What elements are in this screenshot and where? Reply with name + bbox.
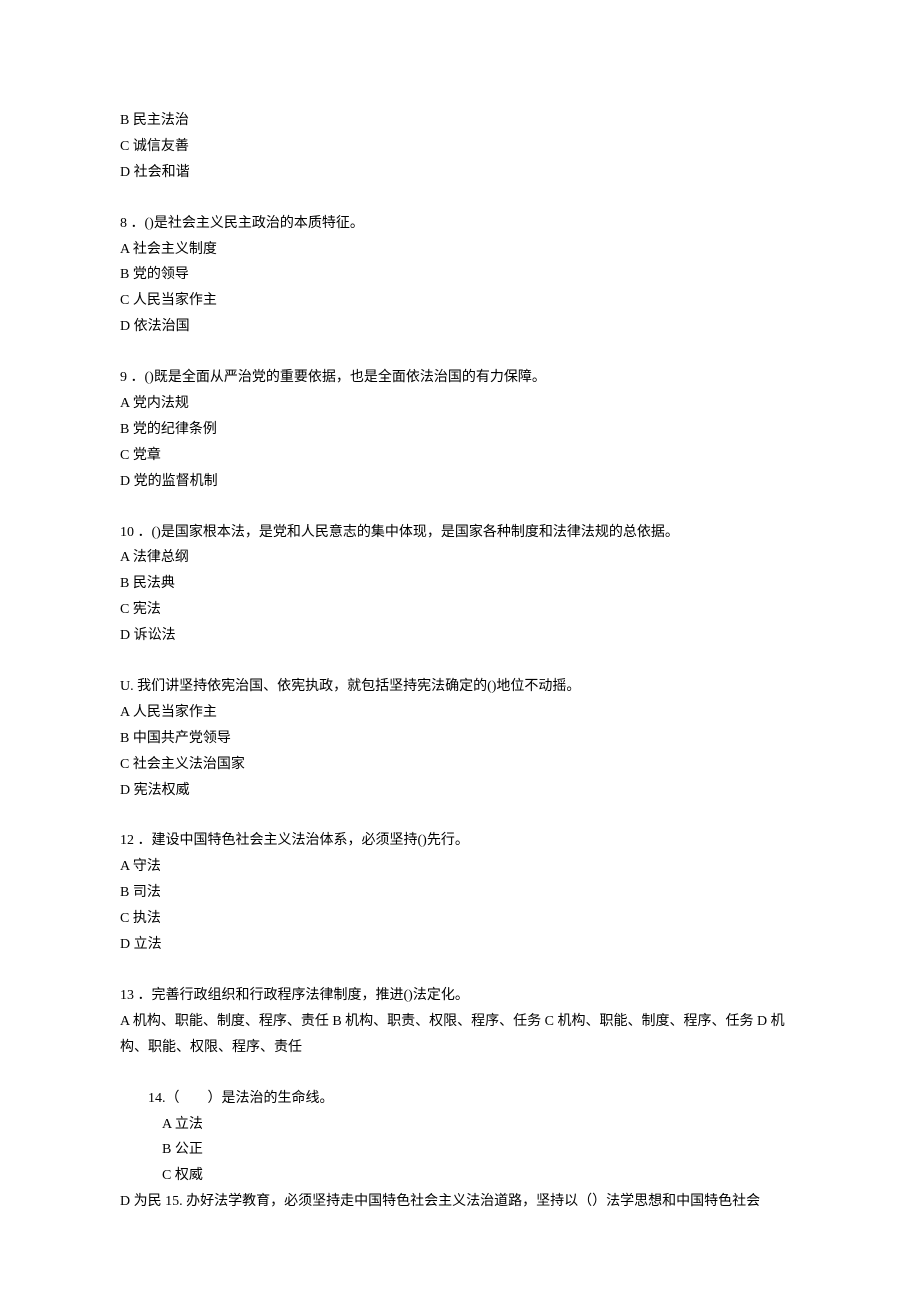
spacer	[120, 186, 800, 211]
q8-option-b: B 党的领导	[120, 262, 800, 288]
q9-option-a: A 党内法规	[120, 391, 800, 417]
q11-option-c: C 社会主义法治国家	[120, 752, 800, 778]
q14-option-b: B 公正	[120, 1137, 800, 1163]
q11-option-b: B 中国共产党领导	[120, 726, 800, 752]
spacer	[120, 958, 800, 983]
q12-option-a: A 守法	[120, 854, 800, 880]
q8-option-d: D 依法治国	[120, 314, 800, 340]
q8-stem: 8 ．()是社会主义民主政治的本质特征。	[120, 211, 800, 237]
q8-option-a: A 社会主义制度	[120, 237, 800, 263]
q14-option-d-and-q15: D 为民 15. 办好法学教育，必须坚持走中国特色社会主义法治道路，坚持以（）法…	[120, 1189, 800, 1215]
q9-stem: 9 ．()既是全面从严治党的重要依据，也是全面依法治国的有力保障。	[120, 365, 800, 391]
q10-option-b: B 民法典	[120, 571, 800, 597]
q8-option-c: C 人民当家作主	[120, 288, 800, 314]
q9-option-d: D 党的监督机制	[120, 469, 800, 495]
q10-option-a: A 法律总纲	[120, 545, 800, 571]
spacer	[120, 1061, 800, 1086]
q9-option-b: B 党的纪律条例	[120, 417, 800, 443]
q7-option-d: D 社会和谐	[120, 160, 800, 186]
q7-option-b: B 民主法治	[120, 108, 800, 134]
q13-options: A 机构、职能、制度、程序、责任 B 机构、职责、权限、程序、任务 C 机构、职…	[120, 1009, 800, 1061]
q10-option-d: D 诉讼法	[120, 623, 800, 649]
q10-option-c: C 宪法	[120, 597, 800, 623]
spacer	[120, 803, 800, 828]
q9-option-c: C 党章	[120, 443, 800, 469]
q11-option-d: D 宪法权威	[120, 778, 800, 804]
q14-option-a: A 立法	[120, 1112, 800, 1138]
q10-stem: 10 ．()是国家根本法，是党和人民意志的集中体现，是国家各种制度和法律法规的总…	[120, 520, 800, 546]
document-page: B 民主法治 C 诚信友善 D 社会和谐 8 ．()是社会主义民主政治的本质特征…	[0, 0, 920, 1301]
spacer	[120, 495, 800, 520]
q7-option-c: C 诚信友善	[120, 134, 800, 160]
q14-option-c: C 权威	[120, 1163, 800, 1189]
q14-stem: 14.（ ）是法治的生命线。	[120, 1086, 800, 1112]
spacer	[120, 340, 800, 365]
q12-option-c: C 执法	[120, 906, 800, 932]
q13-stem: 13 ．完善行政组织和行政程序法律制度，推进()法定化。	[120, 983, 800, 1009]
q12-option-d: D 立法	[120, 932, 800, 958]
q11-stem: U. 我们讲坚持依宪治国、依宪执政，就包括坚持宪法确定的()地位不动摇。	[120, 674, 800, 700]
q12-option-b: B 司法	[120, 880, 800, 906]
q11-option-a: A 人民当家作主	[120, 700, 800, 726]
spacer	[120, 649, 800, 674]
q12-stem: 12 ．建设中国特色社会主义法治体系，必须坚持()先行。	[120, 828, 800, 854]
